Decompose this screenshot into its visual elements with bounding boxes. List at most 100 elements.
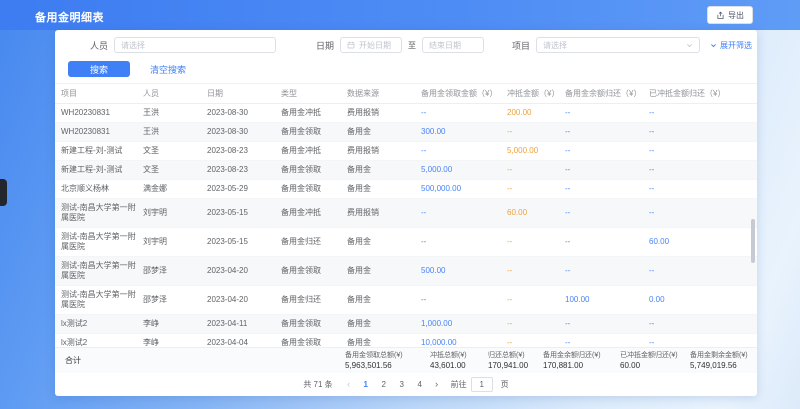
page-button[interactable]: 4 xyxy=(413,377,427,391)
table-row[interactable]: WH20230831王洪2023-08-30备用金冲抵费用报销--200.00-… xyxy=(55,104,757,123)
search-button[interactable]: 搜索 xyxy=(68,61,130,77)
table-cell: -- xyxy=(507,334,565,347)
export-label: 导出 xyxy=(728,10,744,21)
table-cell: 备用金领取 xyxy=(281,180,347,198)
column-header: 数据来源 xyxy=(347,88,421,99)
start-date-input[interactable]: 开始日期 xyxy=(340,37,402,53)
table-row[interactable]: 测试-南昌大学第一附属医院刘宇明2023-05-15备用金归还备用金------… xyxy=(55,228,757,257)
column-header: 备用金余额归还（¥） xyxy=(565,88,649,99)
table-row[interactable]: 测试-南昌大学第一附属医院刘宇明2023-05-15备用金冲抵费用报销--60.… xyxy=(55,199,757,228)
summary-item-label: 备用金剩余金额(¥) xyxy=(690,351,748,360)
table-cell: 备用金 xyxy=(347,334,421,347)
table-cell: 北京顺义杨林 xyxy=(61,180,143,198)
table-cell: 刘宇明 xyxy=(143,204,207,222)
page-button[interactable]: 1 xyxy=(359,377,373,391)
summary-item-value: 60.00 xyxy=(620,361,690,370)
summary-item-label: 已冲抵金额归还(¥) xyxy=(620,351,690,360)
clear-search-link[interactable]: 清空搜索 xyxy=(150,63,186,76)
table-cell: 备用金归还 xyxy=(281,233,347,251)
table-cell: -- xyxy=(565,123,649,141)
table-cell: 文圣 xyxy=(143,161,207,179)
table-cell: -- xyxy=(649,334,741,347)
table-cell: -- xyxy=(421,204,507,222)
table-cell: 王洪 xyxy=(143,123,207,141)
page-button[interactable]: 2 xyxy=(377,377,391,391)
chevron-down-icon xyxy=(710,42,717,49)
summary-item-label: 冲抵总额(¥) xyxy=(430,351,488,360)
end-date-placeholder: 结束日期 xyxy=(429,40,461,51)
table-cell: 李峥 xyxy=(143,334,207,347)
table-row[interactable]: lx测试2李峥2023-04-11备用金领取备用金1,000.00------ xyxy=(55,315,757,334)
vertical-scrollbar[interactable] xyxy=(751,219,755,263)
table-cell: 测试-南昌大学第一附属医院 xyxy=(61,228,143,256)
export-button[interactable]: 导出 xyxy=(707,6,753,24)
filter-actions: 搜索 清空搜索 xyxy=(68,61,186,77)
data-table: 项目人员日期类型数据来源备用金领取金额（¥）冲抵金额（¥）备用金余额归还（¥）已… xyxy=(55,84,757,347)
table-cell: 邵梦泽 xyxy=(143,262,207,280)
project-select[interactable]: 请选择 xyxy=(536,37,700,53)
prev-page-button[interactable]: ‹ xyxy=(343,377,355,391)
summary-row: 合计 备用金领取总额(¥)5,963,501.56冲抵总额(¥)43,601.0… xyxy=(55,347,757,373)
table-cell: 备用金 xyxy=(347,233,421,251)
summary-item-value: 170,941.00 xyxy=(488,361,543,370)
table-cell: 2023-04-04 xyxy=(207,334,281,347)
person-select[interactable]: 请选择 xyxy=(114,37,276,53)
table-row[interactable]: 新建工程-刘-测试文圣2023-08-23备用金领取备用金5,000.00---… xyxy=(55,161,757,180)
table-header-row: 项目人员日期类型数据来源备用金领取金额（¥）冲抵金额（¥）备用金余额归还（¥）已… xyxy=(55,84,757,104)
table-row[interactable]: lx测试2李峥2023-04-04备用金领取备用金10,000.00------ xyxy=(55,334,757,347)
table-row[interactable]: 新建工程-刘-测试文圣2023-08-23备用金冲抵费用报销--5,000.00… xyxy=(55,142,757,161)
table-cell: 5,000.00 xyxy=(507,142,565,160)
column-header: 日期 xyxy=(207,88,281,99)
table-cell: 5,000.00 xyxy=(421,161,507,179)
page-button[interactable]: 3 xyxy=(395,377,409,391)
table-row[interactable]: 测试-南昌大学第一附属医院邵梦泽2023-04-20备用金归还备用金----10… xyxy=(55,286,757,315)
table-cell: 新建工程-刘-测试 xyxy=(61,161,143,179)
sidebar-collapse-handle[interactable] xyxy=(0,179,7,206)
table-cell: 新建工程-刘-测试 xyxy=(61,142,143,160)
table-cell: 2023-08-30 xyxy=(207,104,281,122)
table-cell: -- xyxy=(565,233,649,251)
table-cell: lx测试2 xyxy=(61,334,143,347)
table-cell: 费用报销 xyxy=(347,204,421,222)
table-cell: 备用金领取 xyxy=(281,315,347,333)
export-icon xyxy=(716,11,725,20)
summary-item-label: 备用金余额归还(¥) xyxy=(543,351,620,360)
expand-filter-label: 展开筛选 xyxy=(720,40,752,51)
table-cell: 500.00 xyxy=(421,262,507,280)
person-select-placeholder: 请选择 xyxy=(121,40,145,51)
table-cell: lx测试2 xyxy=(61,315,143,333)
person-filter-label: 人员 xyxy=(90,39,108,52)
table-row[interactable]: WH20230831王洪2023-08-30备用金领取备用金300.00----… xyxy=(55,123,757,142)
summary-item: 备用金余额归还(¥)170,881.00 xyxy=(543,351,620,370)
content-card: 人员 请选择 日期 开始日期 至 结束日期 项目 请选择 xyxy=(55,30,757,396)
table-cell: 备用金领取 xyxy=(281,334,347,347)
start-date-placeholder: 开始日期 xyxy=(359,40,391,51)
goto-page-input[interactable] xyxy=(471,377,493,392)
table-cell: 2023-04-11 xyxy=(207,315,281,333)
table-row[interactable]: 北京顺义杨林满金娜2023-05-29备用金领取备用金500,000.00---… xyxy=(55,180,757,199)
end-date-input[interactable]: 结束日期 xyxy=(422,37,484,53)
summary-item-value: 170,881.00 xyxy=(543,361,620,370)
summary-item: 备用金领取总额(¥)5,963,501.56 xyxy=(345,351,430,370)
expand-filter-link[interactable]: 展开筛选 xyxy=(710,40,752,51)
filter-row: 人员 请选择 日期 开始日期 至 结束日期 项目 请选择 xyxy=(55,37,752,53)
table-cell: 备用金 xyxy=(347,123,421,141)
table-cell: -- xyxy=(565,142,649,160)
summary-item-value: 5,963,501.56 xyxy=(345,361,430,370)
table-cell: 2023-04-20 xyxy=(207,291,281,309)
table-row[interactable]: 测试-南昌大学第一附属医院邵梦泽2023-04-20备用金领取备用金500.00… xyxy=(55,257,757,286)
date-range-separator: 至 xyxy=(408,40,416,51)
table-cell: -- xyxy=(649,180,741,198)
table-cell: -- xyxy=(649,123,741,141)
table-cell: 0.00 xyxy=(649,291,741,309)
table-cell: -- xyxy=(507,161,565,179)
table-cell: 刘宇明 xyxy=(143,233,207,251)
table-cell: -- xyxy=(507,262,565,280)
goto-label-prefix: 前往 xyxy=(451,379,467,390)
table-cell: -- xyxy=(649,104,741,122)
next-page-button[interactable]: › xyxy=(431,377,443,391)
summary-items: 备用金领取总额(¥)5,963,501.56冲抵总额(¥)43,601.00归还… xyxy=(345,351,748,370)
table-cell: 费用报销 xyxy=(347,104,421,122)
table-cell: 1,000.00 xyxy=(421,315,507,333)
summary-item: 冲抵总额(¥)43,601.00 xyxy=(430,351,488,370)
